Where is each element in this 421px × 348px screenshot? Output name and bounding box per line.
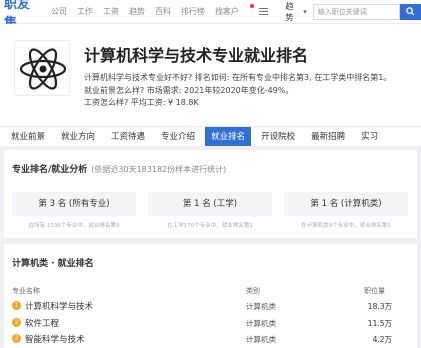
page-title: 计算机科学与技术专业就业排名: [84, 46, 309, 65]
rank-badge: 2: [12, 318, 21, 327]
job-count: 4.2万: [372, 335, 392, 344]
tab-schools[interactable]: 开设院校: [255, 127, 301, 146]
section-tabs: 就业前景 就业方向 工资待遇 专业介绍 就业排名 开设院校 最新招聘 实习: [0, 126, 421, 146]
nav-find-customer[interactable]: 找客户: [214, 4, 254, 17]
summary-line-ranking: 计算机科学与技术专业好不好? 排名如何: 在所有专业中排名第3, 在工学类中排名…: [84, 73, 392, 82]
nav-jobs[interactable]: 工作: [77, 6, 93, 17]
rank-note-all: 在所有 1036个专业中，就业排名第3: [28, 223, 120, 229]
rank-badge: 3: [12, 334, 21, 343]
table-row[interactable]: 2 软件工程 计算机类 11.5万: [4, 316, 417, 330]
ranking-analysis-title: 专业排名/就业分析 (依据近30天183182份样本进行统计): [12, 162, 226, 175]
nav-ranking[interactable]: 排行榜: [181, 6, 205, 17]
main-nav: 公司 工作 工资 趋势 百科 排行榜 找客户: [51, 4, 259, 17]
tab-salary[interactable]: 工资待遇: [105, 127, 151, 146]
major-name[interactable]: 计算机科学与技术: [25, 300, 93, 312]
column-header-count: 职位量: [364, 287, 385, 295]
ranking-analysis-card: 专业排名/就业分析 (依据近30天183182份样本进行统计) 第 3 名 (所有…: [4, 150, 417, 238]
major-name[interactable]: 智能科学与技术: [25, 333, 85, 345]
rank-box-all: 第 3 名 (所有专业): [12, 192, 136, 216]
major-category: 计算机类: [246, 335, 276, 344]
nav-find-customer-label: 找客户: [214, 7, 239, 16]
tab-latest-jobs[interactable]: 最新招聘: [305, 127, 351, 146]
rank-note-computer: 在计算机类9个专业中，就业排名第1: [301, 223, 391, 229]
rank-badge: 1: [12, 301, 21, 310]
atom-icon: [14, 40, 70, 96]
column-header-name: 专业名称: [12, 287, 40, 295]
search-type-value: 趋势: [285, 1, 294, 22]
tab-ranking[interactable]: 就业排名: [205, 127, 252, 146]
nav-wiki[interactable]: 百科: [155, 6, 171, 17]
ranking-analysis-subtitle: (依据近30天183182份样本进行统计): [91, 165, 227, 174]
summary-line-demand: 就业前景怎么样? 市场需求: 2021年较2020年变化-49%。: [84, 85, 294, 95]
nav-salary[interactable]: 工资: [103, 6, 119, 17]
ranking-analysis-heading: 专业排名/就业分析: [12, 165, 88, 175]
major-category: 计算机类: [246, 319, 276, 328]
major-name[interactable]: 软件工程: [25, 317, 59, 329]
search-input[interactable]: 输入职位关键词: [312, 3, 401, 20]
rank-box-computer: 第 1 名 (计算机类): [284, 192, 408, 216]
rank-box-engineering: 第 1 名 (工学): [148, 192, 272, 216]
table-row[interactable]: 1 计算机科学与技术 计算机类 18.3万: [4, 299, 417, 313]
search-type-dropdown[interactable]: 趋势 ▾: [285, 1, 306, 23]
chevron-down-icon: ▾: [303, 7, 307, 16]
nav-company[interactable]: 公司: [51, 6, 67, 17]
summary-line-salary: 工资怎么样? 平均工资: ¥ 18.8K: [84, 98, 199, 107]
nav-trend[interactable]: 趋势: [129, 6, 145, 17]
tab-direction[interactable]: 就业方向: [55, 127, 101, 146]
category-ranking-card: 计算机类 · 就业排名 专业名称 类别 职位量 1 计算机科学与技术 计算机类 …: [4, 244, 417, 348]
search-button[interactable]: [400, 3, 421, 20]
search-icon: [406, 7, 415, 16]
top-bar: 职友集 公司 工作 工资 趋势 百科 排行榜 找客户 趋势 ▾ 输入职位关键词: [0, 0, 421, 31]
table-row[interactable]: 3 智能科学与技术 计算机类 4.2万: [4, 332, 417, 346]
job-count: 18.3万: [367, 302, 392, 311]
major-header: 计算机科学与技术专业就业排名 计算机科学与技术专业好不好? 排名如何: 在所有专…: [0, 24, 421, 126]
rank-note-engineering: 在工学170个专业中，就业排名第1: [167, 223, 253, 229]
tab-prospects[interactable]: 就业前景: [5, 127, 51, 146]
column-header-category: 类别: [246, 287, 260, 295]
tab-introduction[interactable]: 专业介绍: [155, 127, 201, 146]
menu-icon[interactable]: [258, 7, 268, 16]
job-count: 11.5万: [367, 319, 392, 328]
notification-dot: [249, 4, 254, 8]
category-ranking-title: 计算机类 · 就业排名: [12, 259, 94, 269]
major-category: 计算机类: [246, 302, 276, 311]
major-summary: 计算机科学与技术专业好不好? 排名如何: 在所有专业中排名第3, 在工学类中排名…: [84, 72, 421, 110]
tab-internship[interactable]: 实习: [355, 127, 384, 146]
